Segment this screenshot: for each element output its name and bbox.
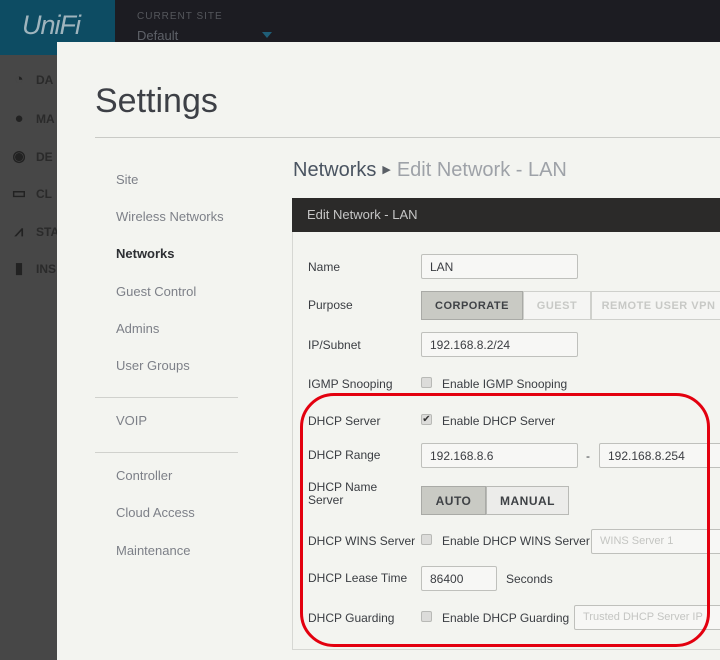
breadcrumb-current: Edit Network - LAN (396, 159, 567, 181)
igmp-label: IGMP Snooping (308, 377, 393, 391)
purpose-corporate-button[interactable]: CORPORATE (421, 291, 523, 320)
chevron-down-icon[interactable] (262, 32, 272, 38)
purpose-label: Purpose (308, 298, 353, 312)
map-pin-icon: ● (14, 110, 24, 127)
name-input[interactable]: LAN (421, 254, 578, 279)
dashboard-icon: ◔ (14, 71, 24, 88)
menu-wireless-networks[interactable]: Wireless Networks (116, 209, 224, 224)
nav-dashboard[interactable]: ◔ DA (10, 72, 53, 88)
highlight-annotation (300, 393, 710, 647)
menu-controller[interactable]: Controller (116, 468, 172, 483)
current-site-select[interactable]: Default (137, 28, 178, 43)
menu-cloud-access[interactable]: Cloud Access (116, 505, 195, 520)
nav-stats[interactable]: ⩘ STA (10, 224, 59, 240)
purpose-remote-vpn-button[interactable]: REMOTE USER VPN (591, 291, 720, 320)
divider (95, 137, 720, 138)
nav-map[interactable]: ● MA (10, 110, 54, 127)
laptop-icon: ▭ (11, 185, 27, 202)
menu-networks[interactable]: Networks (116, 246, 175, 261)
menu-guest-control[interactable]: Guest Control (116, 284, 196, 299)
devices-icon: ◉ (12, 148, 26, 165)
page-title: Settings (95, 82, 218, 120)
igmp-checkbox-label[interactable]: Enable IGMP Snooping (442, 377, 567, 391)
purpose-guest-button[interactable]: GUEST (523, 291, 591, 320)
igmp-checkbox[interactable] (421, 377, 432, 388)
menu-site[interactable]: Site (116, 172, 138, 187)
nav-devices[interactable]: ◉ DE (10, 148, 52, 165)
main-nav: ◔ DA ● MA ◉ DE ▭ CL ⩘ STA ▮ INS (0, 55, 59, 660)
insights-icon: ▮ (14, 260, 24, 277)
menu-maintenance[interactable]: Maintenance (116, 543, 190, 558)
menu-voip[interactable]: VOIP (116, 413, 147, 428)
divider (95, 397, 238, 398)
subnet-input[interactable]: 192.168.8.2/24 (421, 332, 578, 357)
menu-admins[interactable]: Admins (116, 321, 159, 336)
stats-icon: ⩘ (14, 223, 24, 240)
current-site-label: CURRENT SITE (137, 11, 223, 22)
divider (95, 452, 238, 453)
subnet-label: IP/Subnet (308, 338, 361, 352)
name-label: Name (308, 260, 341, 274)
menu-user-groups[interactable]: User Groups (116, 358, 190, 373)
breadcrumb: Networks ▶ Edit Network - LAN (293, 159, 567, 182)
triangle-right-icon: ▶ (382, 164, 391, 176)
panel-header: Edit Network - LAN (292, 198, 720, 232)
breadcrumb-networks[interactable]: Networks (293, 159, 376, 181)
nav-clients[interactable]: ▭ CL (10, 186, 52, 202)
nav-insights[interactable]: ▮ INS (10, 261, 56, 277)
